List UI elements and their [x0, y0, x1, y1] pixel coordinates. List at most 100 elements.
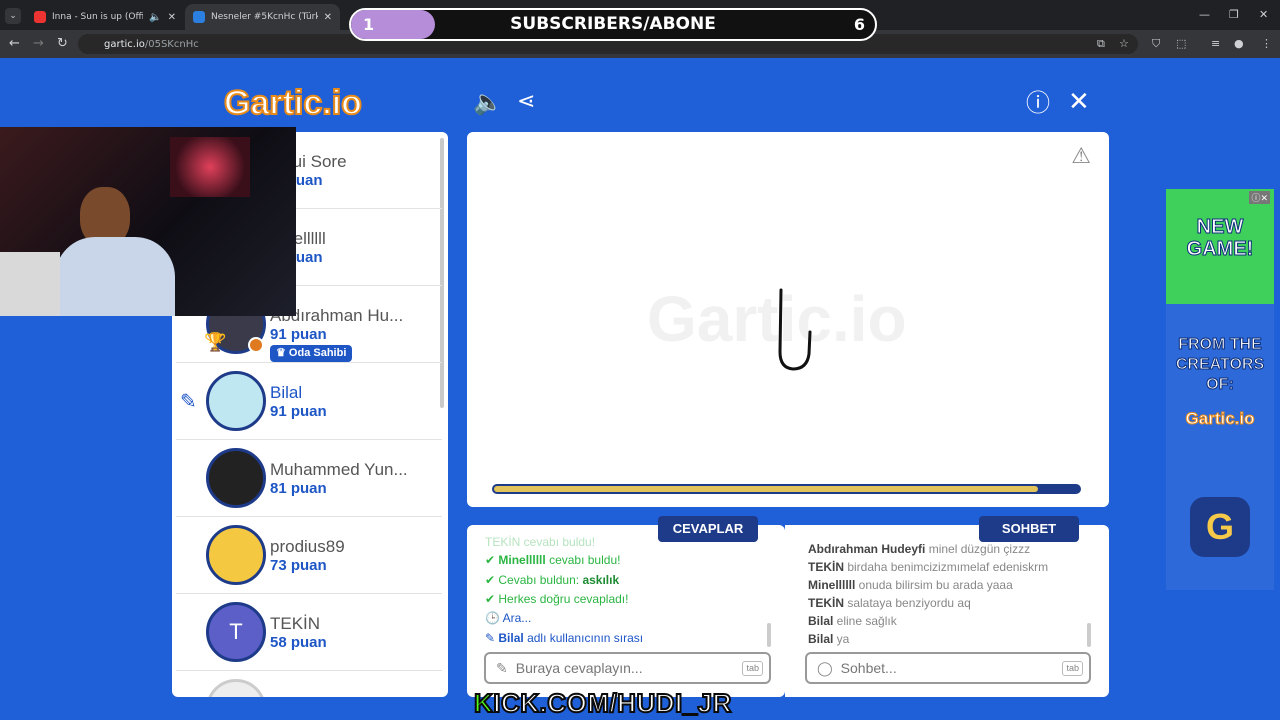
chat-bubble-icon: ◯: [817, 659, 833, 676]
chat-line: Abdırahman Hudeyfi minel düzgün çizzz: [808, 542, 1030, 556]
goal-target: 6: [853, 15, 865, 34]
youtube-icon: [34, 11, 46, 23]
player-name: TEKİN: [270, 614, 321, 633]
share-icon[interactable]: ⋖: [517, 90, 535, 114]
reload-icon[interactable]: ↻: [57, 36, 68, 52]
chat-author: Bilal: [808, 614, 834, 628]
room-owner-badge: ♛ Oda Sahibi: [270, 345, 353, 362]
chat-line: TEKİN birdaha benimcizizmımelaf edeniskr…: [808, 560, 1048, 574]
answer-text: Cevabı buldun:: [498, 573, 583, 587]
ad-text: CREATORS: [1175, 356, 1265, 374]
player-points: 91 puan: [270, 326, 327, 343]
chat-author: TEKİN: [808, 560, 844, 574]
answers-title: CEVAPLAR: [658, 516, 758, 542]
kick-prefix: K: [473, 687, 494, 719]
clock-icon: 🕒: [485, 611, 503, 625]
browser-tab-music[interactable]: Inna - Sun is up (Official M... 🔈 ✕: [26, 4, 184, 30]
player-name: prodius89: [270, 537, 345, 556]
subscriber-goal-bar: 1 SUBSCRIBERS/ABONE 6: [349, 8, 877, 41]
goal-label: SUBSCRIBERS/ABONE: [510, 14, 716, 34]
tab-key-hint: tab: [742, 661, 763, 676]
tab-title: Nesneler #5KcnHc (Türkçe) - Gartic.io: [211, 12, 318, 22]
url-path: /05SKcnHc: [144, 38, 199, 50]
chat-message: birdaha benimcizizmımelaf edeniskrm: [844, 560, 1049, 574]
drawing-canvas[interactable]: Gartic.io ⚠: [467, 132, 1109, 507]
url-domain: gartic.io: [104, 38, 145, 50]
ad-logo: Gartic.io: [1185, 409, 1255, 429]
bookmark-star-icon[interactable]: ☆: [1119, 37, 1129, 50]
chat-line: Bilal ya: [808, 632, 849, 646]
player-points: 73 puan: [270, 557, 327, 574]
gartic-logo: Gartic.io: [223, 83, 363, 123]
browser-tab-gartic[interactable]: Nesneler #5KcnHc (Türkçe) - Gartic.io ✕: [185, 4, 340, 30]
install-icon[interactable]: ⧉: [1097, 37, 1105, 51]
chat-author: Minellllll: [808, 578, 856, 592]
answer-text: Herkes doğru cevapladı!: [498, 592, 629, 606]
player-row-active: ✎ Bilal 91 puan: [176, 363, 442, 440]
crown-icon: ♛: [276, 347, 289, 359]
chat-input-placeholder: Sohbet...: [840, 660, 897, 676]
close-tab-icon[interactable]: ✕: [324, 12, 332, 23]
close-tab-icon[interactable]: ✕: [168, 12, 176, 23]
gartic-favicon-icon: [193, 11, 205, 23]
forward-icon[interactable]: →: [33, 36, 44, 52]
close-window-icon[interactable]: ✕: [1259, 8, 1268, 21]
chat-message: minel düzgün çizzz: [925, 542, 1031, 556]
answer-line: ✔ Minellllll cevabı buldu!: [485, 553, 620, 567]
pencil-icon: ✎: [485, 631, 499, 645]
chat-line: TEKİN salataya benziyordu aq: [808, 596, 971, 610]
answer-input[interactable]: ✎ Buraya cevaplayın... tab: [484, 652, 771, 684]
check-icon: ✔: [485, 573, 499, 587]
kick-channel-text: ICK.COM/HUDI_JR: [492, 687, 732, 719]
webcam-pc-case: [0, 252, 60, 316]
pencil-icon: ✎: [180, 389, 197, 413]
answer-line: ✎ Bilal adlı kullanıcının sırası: [485, 631, 643, 645]
chat-line: Minellllll onuda bilirsim bu arada yaaa: [808, 578, 1013, 592]
chat-scrollbar[interactable]: [1087, 623, 1091, 647]
answers-scrollbar[interactable]: [767, 623, 771, 647]
menu-icon[interactable]: ⋮: [1261, 37, 1272, 50]
player-row: prodius89 73 puan: [176, 517, 442, 594]
answer-text: TEKİN cevabı buldu!: [485, 535, 596, 549]
player-points: 91 puan: [270, 403, 327, 420]
player-avatar: [206, 448, 266, 508]
timer-progress-bar: [492, 484, 1081, 494]
shield-icon[interactable]: ⛉: [1152, 37, 1160, 51]
chat-line: Bilal eline sağlık: [808, 614, 897, 628]
back-icon[interactable]: ←: [9, 36, 20, 52]
player-row: T TEKİN 58 puan: [176, 594, 442, 671]
media-icon[interactable]: ≡: [1211, 37, 1220, 50]
profile-avatar[interactable]: ●: [1234, 37, 1244, 50]
chat-author: Abdırahman Hudeyfi: [808, 542, 926, 556]
answer-line: ✔ Cevabı buldun: askılık: [485, 573, 619, 587]
timer-progress-fill: [494, 486, 1039, 492]
chat-message: eline sağlık: [833, 614, 897, 628]
advertisement-banner[interactable]: NEW GAME! FROM THE CREATORS OF: Gartic.i…: [1166, 189, 1274, 590]
ad-text: OF:: [1206, 376, 1235, 394]
pencil-icon: ✎: [496, 659, 508, 676]
chat-input[interactable]: ◯ Sohbet... tab: [805, 652, 1091, 684]
player-points: 81 puan: [270, 480, 327, 497]
maximize-icon[interactable]: ❐: [1229, 8, 1239, 21]
kick-channel-overlay: KICK.COM/HUDI_JR: [473, 687, 732, 719]
answer-text: Ara...: [502, 611, 532, 625]
info-icon[interactable]: ⓘ: [1026, 91, 1050, 115]
ad-choices-icon[interactable]: ⓘ✕: [1249, 191, 1270, 204]
trophy-icon: 🏆: [204, 332, 227, 353]
player-row: Muhammed Yun... 81 puan: [176, 440, 442, 517]
player-avatar-empty: [206, 679, 266, 697]
minimize-icon[interactable]: —: [1199, 8, 1210, 21]
close-icon[interactable]: ✕: [1068, 89, 1090, 115]
tab-search-button[interactable]: ⌄: [5, 8, 21, 24]
sound-icon[interactable]: 🔈: [473, 90, 503, 114]
player-avatar: [206, 525, 266, 585]
webcam-person-body: [55, 237, 175, 316]
avatar-initial: T: [229, 619, 243, 644]
chat-message: salataya benziyordu aq: [844, 596, 971, 610]
extensions-icon[interactable]: ⬚: [1176, 37, 1186, 50]
player-row: [176, 671, 442, 697]
answer-player: Minellllll: [498, 553, 546, 567]
answer-input-placeholder: Buraya cevaplayın...: [515, 660, 643, 676]
report-warning-icon[interactable]: ⚠: [1071, 144, 1091, 169]
chat-author: Bilal: [808, 632, 834, 646]
